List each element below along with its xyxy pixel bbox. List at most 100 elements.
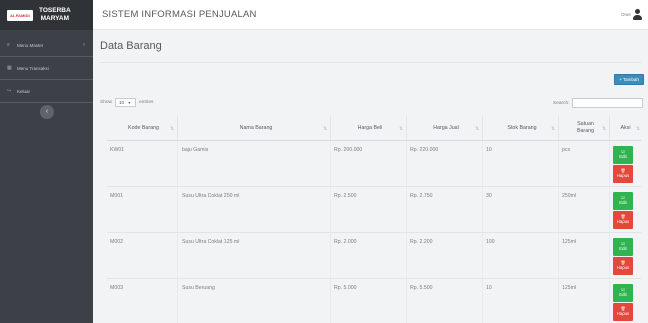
- cell-harga-jual: Rp. 2.750: [407, 187, 483, 232]
- divider: [100, 62, 641, 63]
- cell-stok: 100: [483, 233, 559, 278]
- cell-harga-beli: Rp. 2.500: [331, 187, 407, 232]
- column-label: Satuan Barang: [576, 121, 595, 134]
- column-header-stok[interactable]: Stok Barang ⇅: [483, 116, 559, 140]
- cell-stok: 10: [483, 279, 559, 323]
- cell-aksi: ☑ Edit 🗑 Hapus: [610, 141, 641, 186]
- cell-harga-jual: Rp. 2.200: [407, 233, 483, 278]
- table-row: M003 Susu Beruang Rp. 5.000 Rp. 5.500 10…: [107, 279, 641, 323]
- grid-icon: ▦: [7, 65, 12, 71]
- user-name: Oner: [620, 12, 631, 17]
- cell-satuan: pcs: [559, 141, 610, 186]
- cell-kode: KW01: [107, 141, 178, 186]
- cell-harga-jual: Rp. 220.000: [407, 141, 483, 186]
- entries-label: entries: [139, 100, 154, 105]
- search: Search:: [553, 98, 643, 108]
- edit-label: Edit: [619, 246, 627, 251]
- cell-satuan: 250ml: [559, 187, 610, 232]
- cell-aksi: ☑ Edit 🗑 Hapus: [610, 233, 641, 278]
- cell-nama: Susu Ultra Coklat 125 ml: [178, 233, 331, 278]
- column-label: Harga Jual: [433, 124, 459, 131]
- sort-icon: ⇅: [551, 126, 555, 131]
- brand-name: TOSERBA MARYAM: [39, 7, 71, 23]
- sort-icon: ⇅: [399, 126, 403, 131]
- logout-icon: ↪: [7, 88, 12, 94]
- cell-satuan: 125ml: [559, 233, 610, 278]
- edit-button[interactable]: ☑ Edit: [613, 284, 633, 302]
- column-label: Aksi: [620, 124, 631, 131]
- edit-button[interactable]: ☑ Edit: [613, 192, 633, 210]
- sidebar: ALFAMIDI TOSERBA MARYAM ≡ Menu Master › …: [0, 0, 93, 323]
- cell-stok: 10: [483, 141, 559, 186]
- brand-logo-text: ALFAMIDI: [10, 12, 30, 18]
- table-header: Kode Barang ⇅ Nama Barang ⇅ Harga Beli ⇅ Ha…: [107, 116, 641, 141]
- chevron-down-icon: ▾: [128, 100, 131, 105]
- sort-icon: ⇅: [170, 126, 174, 131]
- data-table: Kode Barang ⇅ Nama Barang ⇅ Harga Beli ⇅ Ha…: [107, 116, 641, 323]
- table-row: KW01 baju Gamis Rp. 200.000 Rp. 220.000 …: [107, 141, 641, 187]
- column-label: Stok Barang: [507, 124, 537, 131]
- cell-nama: Susu Ultra Coklat 250 ml: [178, 187, 331, 232]
- column-header-aksi[interactable]: Aksi ⇅: [610, 116, 641, 140]
- delete-button[interactable]: 🗑 Hapus: [613, 165, 633, 183]
- search-label: Search:: [553, 100, 570, 106]
- edit-button[interactable]: ☑ Edit: [613, 146, 633, 164]
- show-entries: Show 10 ▾ entries: [100, 98, 153, 107]
- edit-button[interactable]: ☑ Edit: [613, 238, 633, 256]
- column-header-nama[interactable]: Nama Barang ⇅: [178, 116, 331, 140]
- sort-icon: ⇅: [602, 126, 606, 131]
- brand-line1: TOSERBA: [39, 7, 71, 14]
- sidebar-divider: [0, 102, 93, 103]
- sidebar-item-label: Keluar: [17, 88, 31, 94]
- sidebar-item-keluar[interactable]: ↪ Keluar: [0, 82, 93, 100]
- delete-button[interactable]: 🗑 Hapus: [613, 211, 633, 229]
- delete-button[interactable]: 🗑 Hapus: [613, 257, 633, 275]
- sort-icon: ⇅: [323, 126, 327, 131]
- delete-label: Hapus: [616, 311, 630, 316]
- cell-stok: 30: [483, 187, 559, 232]
- delete-label: Hapus: [616, 219, 630, 224]
- cell-satuan: 125ml: [559, 279, 610, 323]
- sidebar-collapse-button[interactable]: ‹: [40, 105, 54, 119]
- edit-label: Edit: [619, 292, 627, 297]
- cell-aksi: ☑ Edit 🗑 Hapus: [610, 187, 641, 232]
- brand[interactable]: ALFAMIDI TOSERBA MARYAM: [0, 0, 93, 30]
- search-input[interactable]: [571, 98, 643, 108]
- user-menu[interactable]: Oner: [621, 9, 642, 20]
- edit-label: Edit: [619, 200, 627, 205]
- column-label: Kode Barang: [128, 124, 159, 131]
- delete-button[interactable]: 🗑 Hapus: [613, 303, 633, 321]
- column-header-kode[interactable]: Kode Barang ⇅: [107, 116, 178, 140]
- column-label: Harga Beli: [357, 124, 383, 131]
- user-icon: [633, 9, 642, 20]
- app-title: SISTEM INFORMASI PENJUALAN: [102, 9, 257, 20]
- column-header-beli[interactable]: Harga Beli ⇅: [331, 116, 407, 140]
- cell-harga-beli: Rp. 200.000: [331, 141, 407, 186]
- sidebar-item-menu-transaksi[interactable]: ▦ Menu Transaksi: [0, 59, 93, 77]
- cell-harga-jual: Rp. 5.500: [407, 279, 483, 323]
- edit-label: Edit: [619, 154, 627, 159]
- chevron-right-icon: ›: [83, 42, 85, 48]
- sort-icon: ⇅: [475, 126, 479, 131]
- column-header-jual[interactable]: Harga Jual ⇅: [407, 116, 483, 140]
- cell-kode: M002: [107, 233, 178, 278]
- entries-select[interactable]: 10 ▾: [115, 98, 136, 107]
- add-item-button[interactable]: + Tambah: [614, 74, 644, 85]
- list-icon: ≡: [7, 42, 10, 48]
- entries-value: 10: [119, 100, 125, 105]
- cell-nama: Susu Beruang: [178, 279, 331, 323]
- cell-harga-beli: Rp. 2.000: [331, 233, 407, 278]
- sidebar-item-label: Menu Transaksi: [17, 65, 49, 71]
- cell-nama: baju Gamis: [178, 141, 331, 186]
- sidebar-item-menu-master[interactable]: ≡ Menu Master ›: [0, 36, 93, 54]
- page-title: Data Barang: [100, 40, 162, 52]
- cell-harga-beli: Rp. 5.000: [331, 279, 407, 323]
- top-header: SISTEM INFORMASI PENJUALAN Oner: [93, 0, 648, 30]
- brand-line2: MARYAM: [40, 15, 70, 22]
- column-header-satuan[interactable]: Satuan Barang ⇅: [559, 116, 610, 140]
- delete-label: Hapus: [616, 265, 630, 270]
- sort-icon: ⇅: [636, 126, 640, 131]
- sidebar-divider: [0, 79, 93, 80]
- cell-aksi: ☑ Edit 🗑 Hapus: [610, 279, 641, 323]
- sidebar-item-label: Menu Master: [17, 42, 44, 48]
